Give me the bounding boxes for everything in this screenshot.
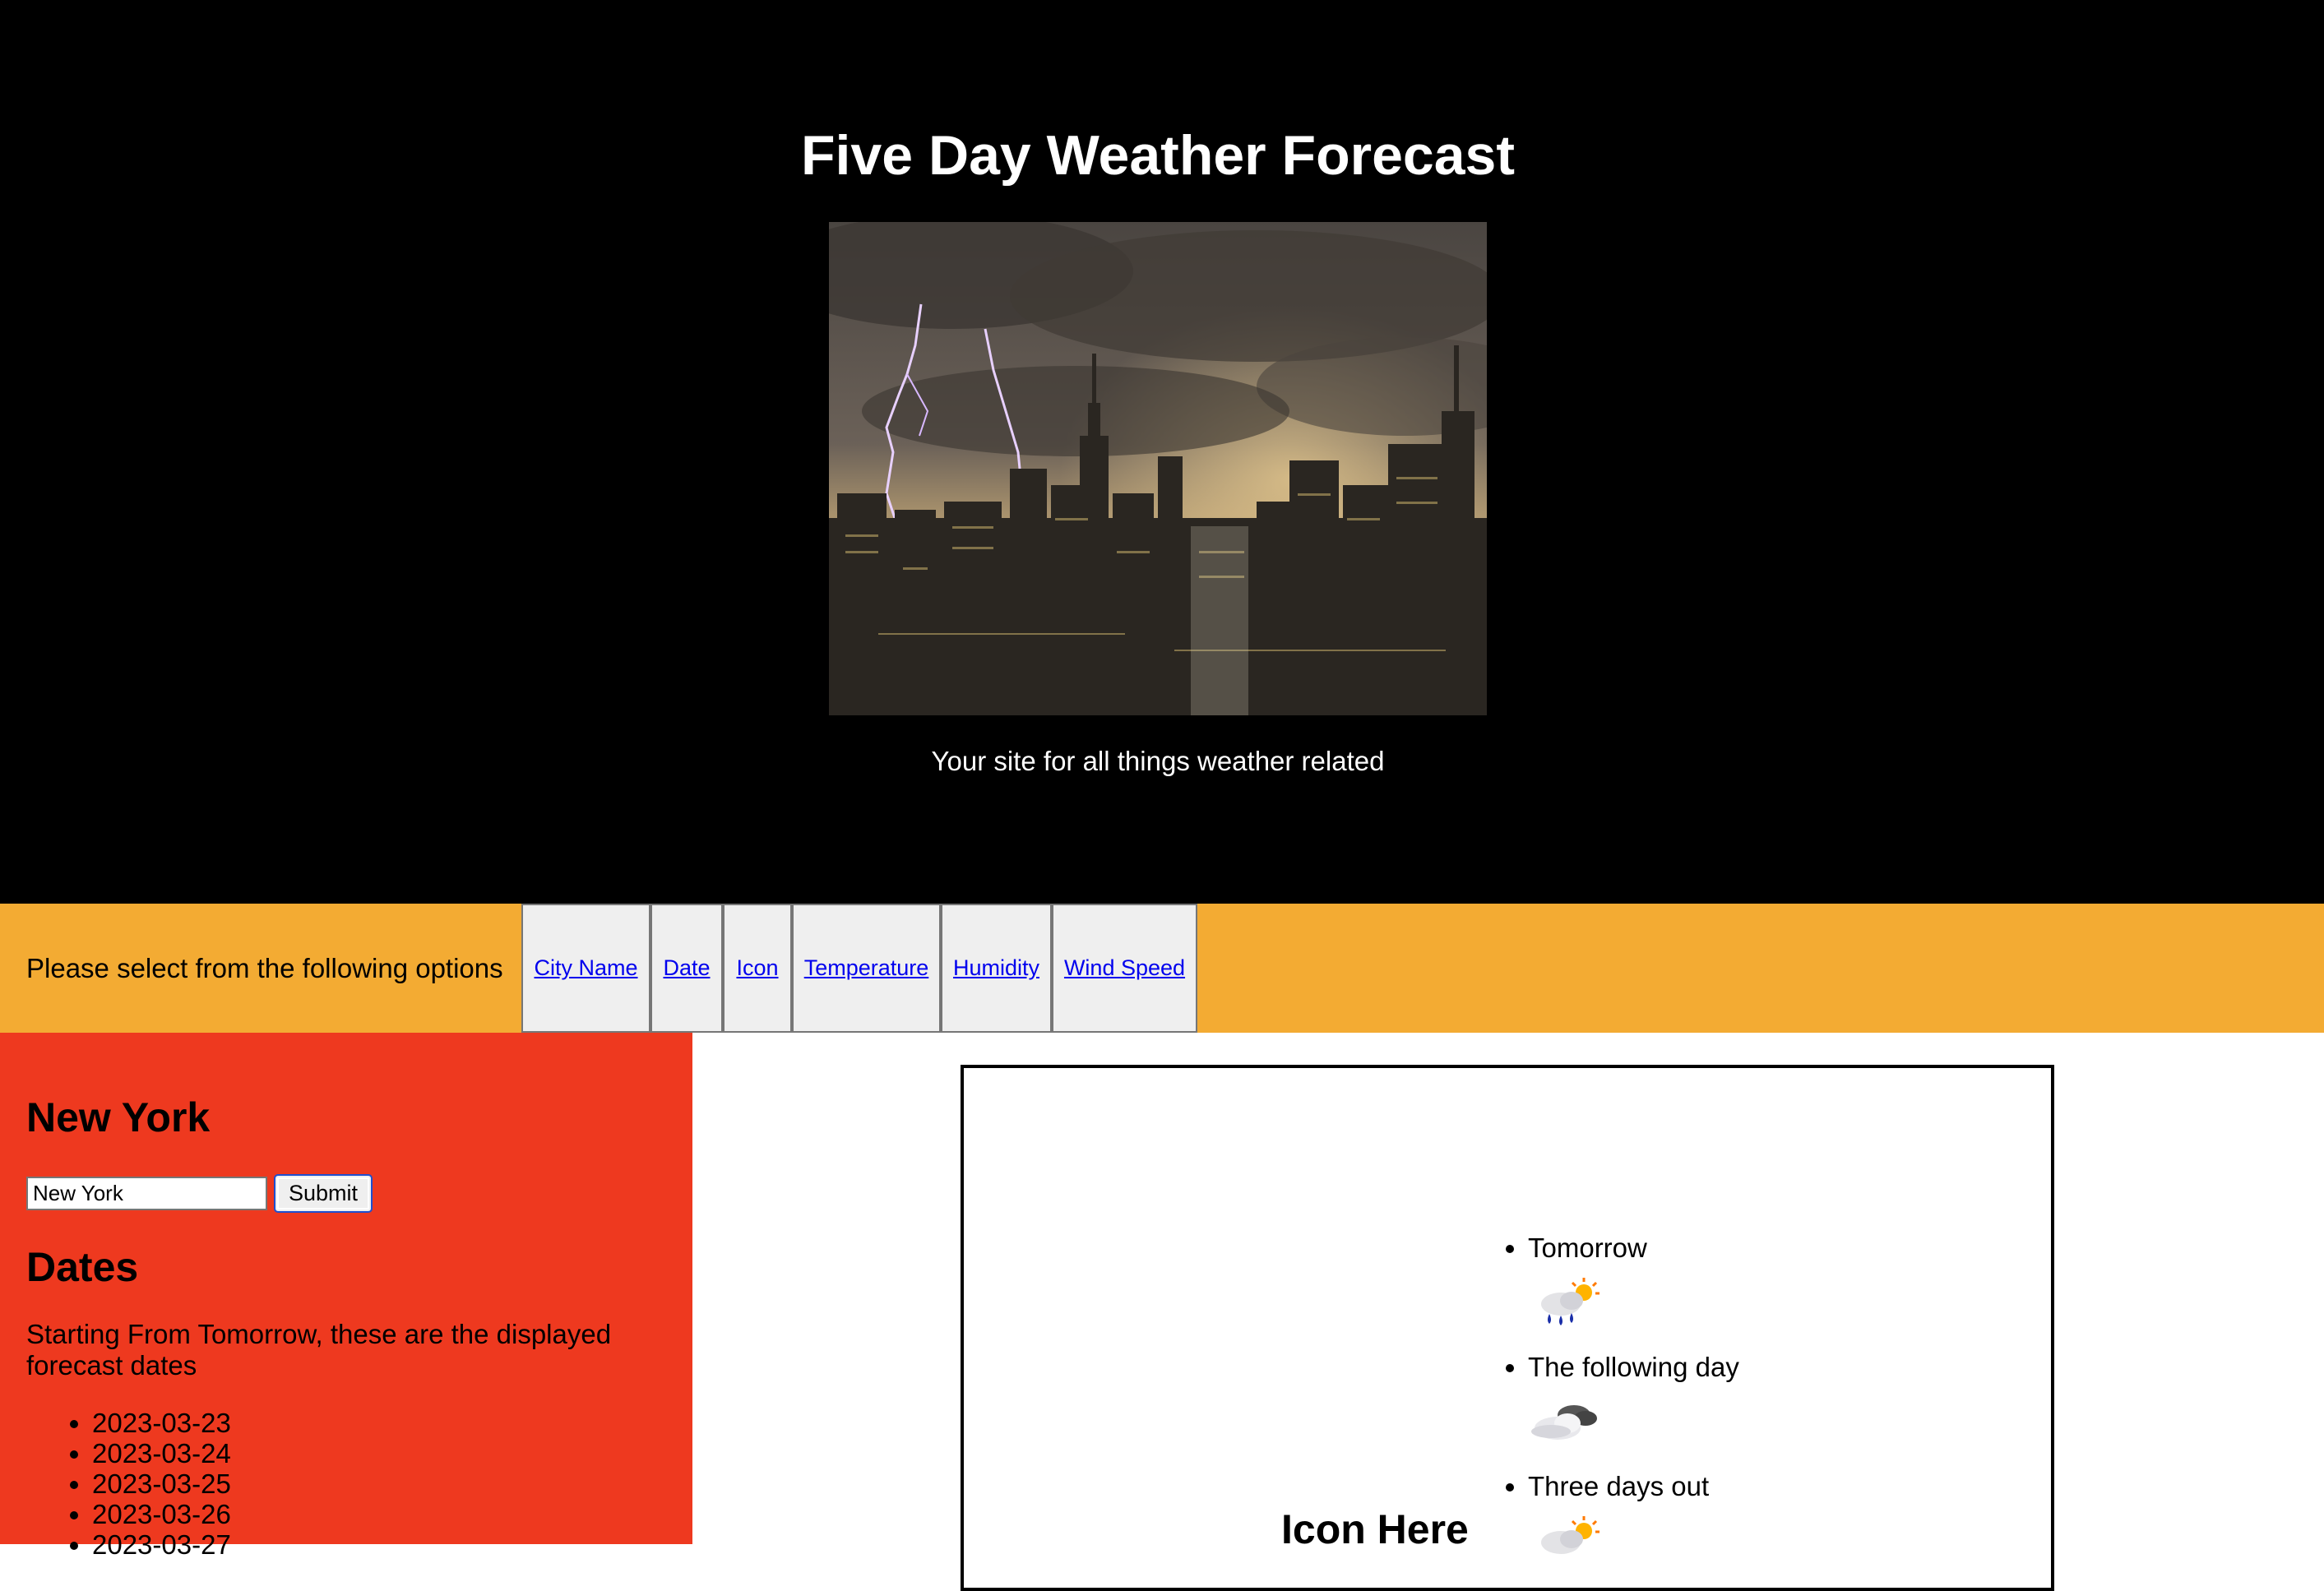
rain-sun-icon [1541,1278,1599,1325]
forecast-item-label: The following day [1528,1352,1739,1382]
dates-description: Starting From Tomorrow, these are the di… [26,1319,612,1381]
forecast-item-following-day: The following day [1528,1351,1739,1470]
forecast-item-label: Tomorrow [1528,1233,1647,1263]
forecast-item-tomorrow: Tomorrow [1528,1232,1739,1351]
city-search-input[interactable] [26,1177,267,1210]
forecast-list: Tomorrow The following day Three days ou… [1503,1232,1739,1589]
nav-option-humidity[interactable]: Humidity [941,904,1052,1033]
options-prompt: Please select from the following options [26,953,503,983]
site-tagline: Your site for all things weather related [931,746,1385,776]
nav-option-date[interactable]: Date [650,904,723,1033]
forecast-item-label: Three days out [1528,1471,1710,1501]
site-title: Five Day Weather Forecast [801,124,1515,187]
city-heading: New York [26,1094,211,1140]
dates-heading: Dates [26,1244,139,1290]
rain-sun-icon [1541,1516,1599,1554]
forecast-item-three-days-out: Three days out [1528,1470,1739,1589]
cloudy-icon [1531,1405,1597,1440]
date-item: 2023-03-23 [92,1408,231,1438]
icon-heading: Icon Here [1281,1506,1469,1552]
nav-option-wind-speed[interactable]: Wind Speed [1052,904,1197,1033]
submit-button[interactable]: Submit [274,1174,373,1213]
date-item: 2023-03-25 [92,1468,231,1499]
site-header: Five Day Weather Forecast Your site for … [0,0,2324,904]
date-item: 2023-03-27 [92,1529,231,1560]
nav-option-city-name[interactable]: City Name [521,904,650,1033]
hero-image-storm-city [829,222,1487,715]
nav-option-icon[interactable]: Icon [723,904,792,1033]
date-item: 2023-03-26 [92,1499,231,1529]
date-list: 2023-03-23 2023-03-24 2023-03-25 2023-03… [26,1408,231,1560]
date-item: 2023-03-24 [92,1438,231,1468]
nav-option-temperature[interactable]: Temperature [792,904,941,1033]
